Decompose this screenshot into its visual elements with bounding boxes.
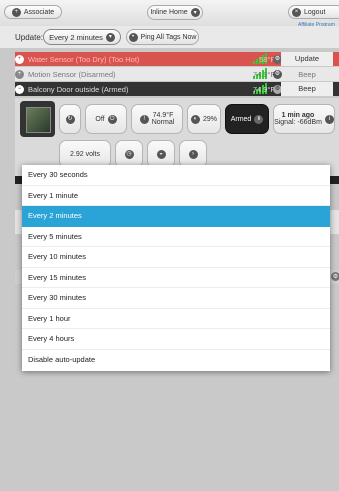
humidity-value: 29%	[202, 115, 217, 123]
dropdown-option[interactable]: Every 5 minutes	[22, 227, 330, 247]
refresh-tile[interactable]: ↻	[59, 104, 81, 134]
info-icon: i	[324, 114, 334, 124]
dropdown-option[interactable]: Every 10 minutes	[22, 247, 330, 268]
gear-icon: ⚙	[331, 272, 339, 281]
humidity-icon: ◐	[190, 114, 200, 124]
tag-action-button[interactable]: Beep	[281, 82, 333, 96]
clock-tile[interactable]: ◷	[115, 140, 143, 168]
temperature-tile[interactable]: ! 74.9°F Normal	[131, 104, 183, 134]
dropdown-option-selected[interactable]: Every 2 minutes	[22, 206, 330, 227]
last-seen: 1 min ago	[281, 112, 315, 119]
tag-temp: 74.9°F	[252, 69, 275, 79]
ping-label: Ping All Tags Now	[140, 33, 197, 41]
temperature-readout: 74.9°F Normal	[152, 112, 175, 126]
status-readout: 1 min ago Signal: -66dBm	[274, 112, 322, 126]
ping-icon: •	[128, 32, 138, 42]
tag-action-button[interactable]: Update	[281, 52, 333, 66]
plus-icon: +	[15, 69, 24, 79]
temperature-value: 74.9°F	[152, 112, 174, 119]
update-interval-select[interactable]: Every 2 minutes ▾	[43, 29, 121, 45]
update-interval-dropdown[interactable]: Every 30 seconds Every 1 minute Every 2 …	[22, 165, 330, 371]
humidity-tile[interactable]: ◐ 29%	[187, 104, 221, 134]
armed-label: Armed	[230, 115, 252, 123]
location-label: Inline Home	[150, 9, 188, 16]
update-toolbar: Update: Every 2 minutes ▾ • Ping All Tag…	[0, 26, 339, 48]
pause-icon: ॥	[254, 114, 264, 124]
off-tile[interactable]: Off ⏻	[85, 104, 127, 134]
minus-icon: −	[15, 84, 24, 94]
clock-icon: ◷	[124, 149, 134, 159]
plus-icon: +	[15, 54, 24, 64]
tag-photo	[20, 101, 55, 137]
dropdown-option[interactable]: Every 30 seconds	[22, 165, 330, 186]
logout-label: Logout	[304, 8, 326, 16]
dropdown-option[interactable]: Every 1 hour	[22, 309, 330, 329]
armed-tile[interactable]: Armed ॥	[225, 104, 269, 134]
logout-button[interactable]: × Logout	[288, 5, 339, 19]
signal-strength: Signal: -66dBm	[274, 119, 322, 126]
refresh-icon: ↻	[65, 114, 75, 124]
dropdown-option[interactable]: Every 30 minutes	[22, 288, 330, 309]
power-icon: ⏻	[107, 114, 117, 124]
tag-row-water-sensor[interactable]: + Water Sensor (Too Dry) (Too Hot) 58°F …	[15, 52, 339, 66]
tag-name: Water Sensor (Too Dry) (Too Hot)	[28, 54, 140, 64]
dropdown-option[interactable]: Every 1 minute	[22, 186, 330, 206]
tag-action-button[interactable]: Beep	[281, 70, 333, 79]
tag-temp: 74.9°F	[252, 84, 275, 94]
associate-label: Associate	[23, 8, 55, 16]
motion-tile[interactable]: ◒	[147, 140, 175, 168]
dropdown-option[interactable]: Every 15 minutes	[22, 268, 330, 288]
update-label: Update:	[15, 33, 44, 42]
plus-icon: +	[11, 7, 21, 17]
chevron-right-icon: ›	[188, 149, 198, 159]
more-tile[interactable]: ›	[179, 140, 207, 168]
tag-row-motion-sensor[interactable]: + Motion Sensor (Disarmed) 74.9°F ⚙ Beep	[15, 67, 339, 81]
door-image	[26, 107, 51, 133]
associate-button[interactable]: + Associate	[4, 5, 62, 19]
temperature-status: Normal	[151, 119, 175, 126]
thermometer-icon: !	[139, 114, 149, 124]
close-icon: ×	[292, 7, 301, 17]
ping-all-button[interactable]: • Ping All Tags Now	[126, 29, 199, 45]
battery-value: 2.92 volts	[70, 150, 100, 158]
off-label: Off	[95, 115, 105, 123]
tag-name: Motion Sensor (Disarmed)	[28, 69, 116, 79]
motion-icon: ◒	[156, 149, 166, 159]
battery-tile[interactable]: 2.92 volts	[59, 140, 111, 168]
tag-row-balcony-door[interactable]: − Balcony Door outside (Armed) 74.9°F ⚙ …	[15, 82, 339, 96]
dropdown-option[interactable]: Every 4 hours	[22, 329, 330, 350]
location-selector[interactable]: Inline Home ▾	[147, 5, 203, 20]
chevron-down-icon: ▾	[190, 8, 200, 17]
dropdown-option[interactable]: Disable auto-update	[22, 350, 330, 371]
update-interval-value: Every 2 minutes	[49, 32, 103, 42]
top-bar: + Associate Inline Home ▾ × Logout Affil…	[0, 0, 339, 28]
chevron-down-icon: ▾	[105, 32, 115, 42]
status-tile[interactable]: 1 min ago Signal: -66dBm i	[273, 104, 335, 134]
tag-name: Balcony Door outside (Armed)	[28, 84, 129, 94]
